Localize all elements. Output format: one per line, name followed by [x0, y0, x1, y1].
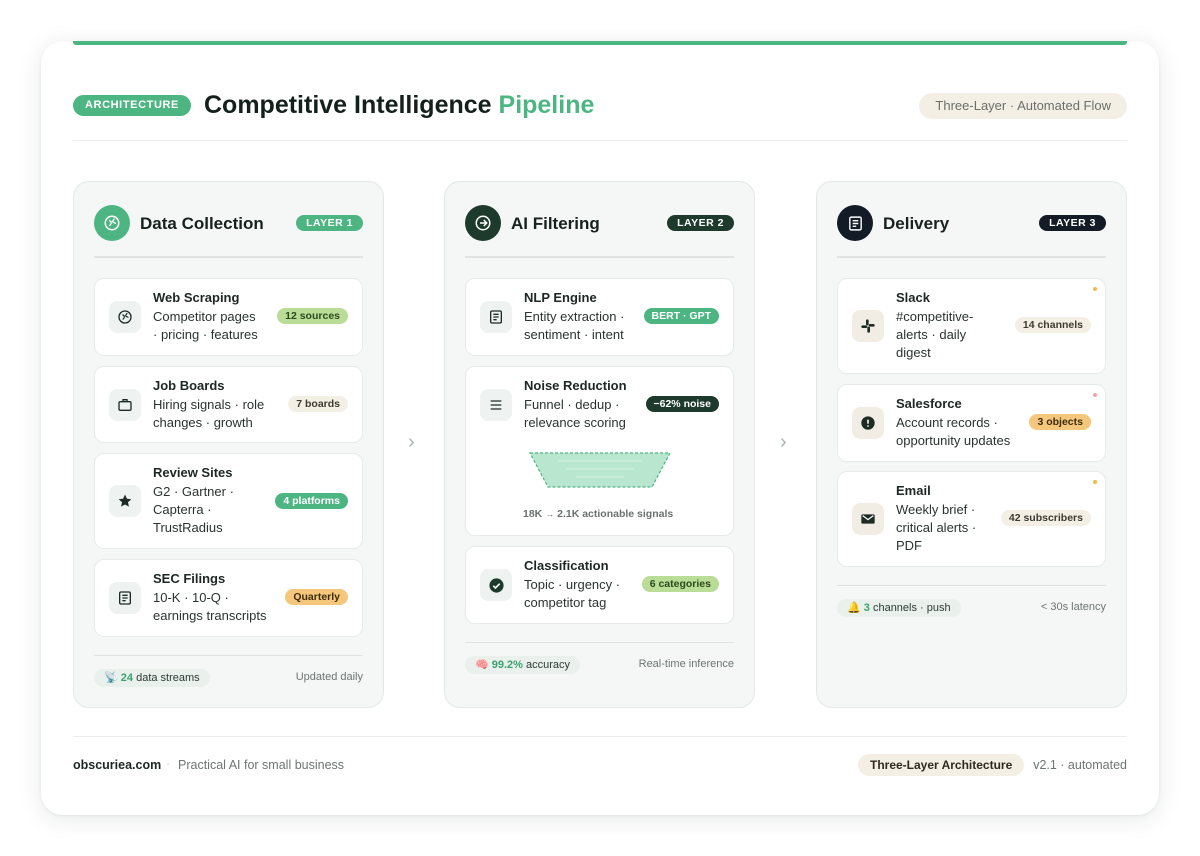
star-icon	[109, 485, 141, 517]
layer-footer-note: Real-time inference	[638, 658, 734, 670]
item-tag: 7 boards	[288, 396, 348, 412]
item-tag: 12 sources	[277, 308, 348, 324]
chevron-right-icon: ›	[408, 431, 415, 453]
layer-divider	[94, 256, 363, 258]
funnel-label: 18K → 2.1K actionable signals	[523, 508, 674, 520]
version-label: v2.1 · automated	[1033, 758, 1127, 772]
layer-footer-divider	[94, 655, 363, 656]
architecture-card: ARCHITECTURE Competitive Intelligence Pi…	[41, 41, 1159, 815]
layer-header: AI Filtering LAYER 2	[465, 204, 734, 242]
layer-footer-stat: 🧠 99.2% accuracy	[465, 656, 581, 674]
item-review-sites[interactable]: Review Sites G2 · Gartner · Capterra · Tru…	[94, 453, 363, 549]
item-title: Classification	[524, 558, 609, 573]
item-title: Web Scraping	[153, 290, 240, 305]
flow-pill: Three-Layer · Automated Flow	[919, 93, 1127, 119]
item-title: Job Boards	[153, 378, 225, 393]
item-job-boards[interactable]: Job Boards Hiring signals · role changes …	[94, 366, 363, 443]
layer-data-collection: Data Collection LAYER 1 Web Scraping Com…	[73, 181, 384, 708]
item-email[interactable]: Email Weekly brief · critical alerts · PDF…	[837, 471, 1106, 567]
mail-icon	[852, 503, 884, 535]
item-description: Topic · urgency · competitor tag	[524, 577, 621, 610]
item-description: G2 · Gartner · Capterra · TrustRadius	[153, 484, 234, 535]
brand-link[interactable]: obscuriea.com	[73, 758, 161, 772]
item-tag: 14 channels	[1014, 317, 1091, 333]
document-icon	[480, 301, 512, 333]
status-dot	[1093, 393, 1097, 397]
header-divider	[73, 140, 1127, 141]
item-nlp-engine[interactable]: NLP Engine Entity extraction · sentiment …	[465, 278, 734, 356]
layer-footer-note: Updated daily	[295, 671, 363, 683]
layer-footer-stat: 📡 24 data streams	[94, 669, 210, 687]
item-tag: 3 objects	[1029, 414, 1091, 430]
header: ARCHITECTURE Competitive Intelligence Pi…	[73, 91, 1127, 121]
item-tag: 42 subscribers	[1000, 510, 1091, 526]
status-dot	[1093, 287, 1097, 291]
architecture-pill: Three-Layer Architecture	[858, 754, 1025, 776]
item-tag: 4 platforms	[275, 493, 348, 509]
title-accent: Pipeline	[498, 91, 595, 119]
page-title: Competitive Intelligence Pipeline	[204, 91, 594, 119]
title-main: Competitive Intelligence	[204, 91, 492, 119]
menu-icon	[480, 389, 512, 421]
item-description: Funnel · dedup · relevance scoring	[524, 397, 626, 430]
tagline: Practical AI for small business	[178, 758, 345, 772]
item-slack[interactable]: Slack #competitive-alerts · daily digest …	[837, 278, 1106, 374]
layer-footer-note: < 30s latency	[1040, 601, 1106, 613]
footer-separator: ·	[166, 756, 170, 770]
item-tag: Quarterly	[285, 589, 348, 605]
item-title: SEC Filings	[153, 571, 226, 586]
layer-badge: LAYER 1	[296, 215, 363, 231]
layer-footer-divider	[465, 642, 734, 643]
funnel-graphic	[529, 452, 671, 488]
item-title: Email	[896, 483, 931, 498]
globe-icon	[94, 205, 130, 241]
layer-header: Data Collection LAYER 1	[94, 204, 363, 242]
item-tag: BERT · GPT	[643, 308, 719, 324]
arrow-circle-icon	[465, 205, 501, 241]
item-web-scraping[interactable]: Web Scraping Competitor pages · pricing ·…	[94, 278, 363, 356]
layer-title: Data Collection	[140, 214, 264, 233]
item-title: NLP Engine	[524, 290, 597, 305]
item-title: Salesforce	[896, 396, 962, 411]
layer-ai-filtering: AI Filtering LAYER 2 NLP Engine Entity e…	[444, 181, 755, 708]
item-salesforce[interactable]: Salesforce Account records · opportunity …	[837, 384, 1106, 462]
item-title: Review Sites	[153, 465, 233, 480]
layer-divider	[465, 256, 734, 258]
item-description: Account records · opportunity updates	[896, 415, 1011, 448]
layer-title: AI Filtering	[511, 214, 600, 233]
item-tag: −62% noise	[645, 396, 719, 412]
layer-title: Delivery	[883, 214, 950, 233]
document-icon	[837, 205, 873, 241]
alert-icon	[852, 407, 884, 439]
item-description: Competitor pages · pricing · features	[153, 309, 258, 342]
item-description: Entity extraction · sentiment · intent	[524, 309, 625, 342]
item-tag: 6 categories	[641, 576, 719, 592]
layer-delivery: Delivery LAYER 3 Slack #competitive-aler…	[816, 181, 1127, 708]
footer-divider	[73, 736, 1127, 737]
item-noise-reduction[interactable]: Noise Reduction Funnel · dedup · relevanc…	[465, 366, 734, 536]
slack-icon	[852, 310, 884, 342]
layer-footer-divider	[837, 585, 1106, 586]
item-description: Weekly brief · critical alerts · PDF	[896, 502, 977, 553]
layer-badge: LAYER 2	[667, 215, 734, 231]
architecture-badge: ARCHITECTURE	[73, 95, 191, 116]
item-title: Slack	[896, 290, 930, 305]
item-description: #competitive-alerts · daily digest	[896, 309, 974, 360]
item-sec-filings[interactable]: SEC Filings 10-K · 10-Q · earnings transc…	[94, 559, 363, 637]
item-title: Noise Reduction	[524, 378, 627, 393]
chevron-right-icon: ›	[780, 431, 787, 453]
layer-divider	[837, 256, 1106, 258]
document-icon	[109, 582, 141, 614]
item-description: Hiring signals · role changes · growth	[153, 397, 265, 430]
globe-icon	[109, 301, 141, 333]
layer-badge: LAYER 3	[1039, 215, 1106, 231]
top-accent-bar	[73, 41, 1127, 45]
item-classification[interactable]: Classification Topic · urgency · competit…	[465, 546, 734, 624]
item-description: 10-K · 10-Q · earnings transcripts	[153, 590, 267, 623]
check-circle-icon	[480, 569, 512, 601]
briefcase-icon	[109, 389, 141, 421]
layer-header: Delivery LAYER 3	[837, 204, 1106, 242]
status-dot	[1093, 480, 1097, 484]
layer-footer-stat: 🔔 3 channels · push	[837, 599, 961, 617]
